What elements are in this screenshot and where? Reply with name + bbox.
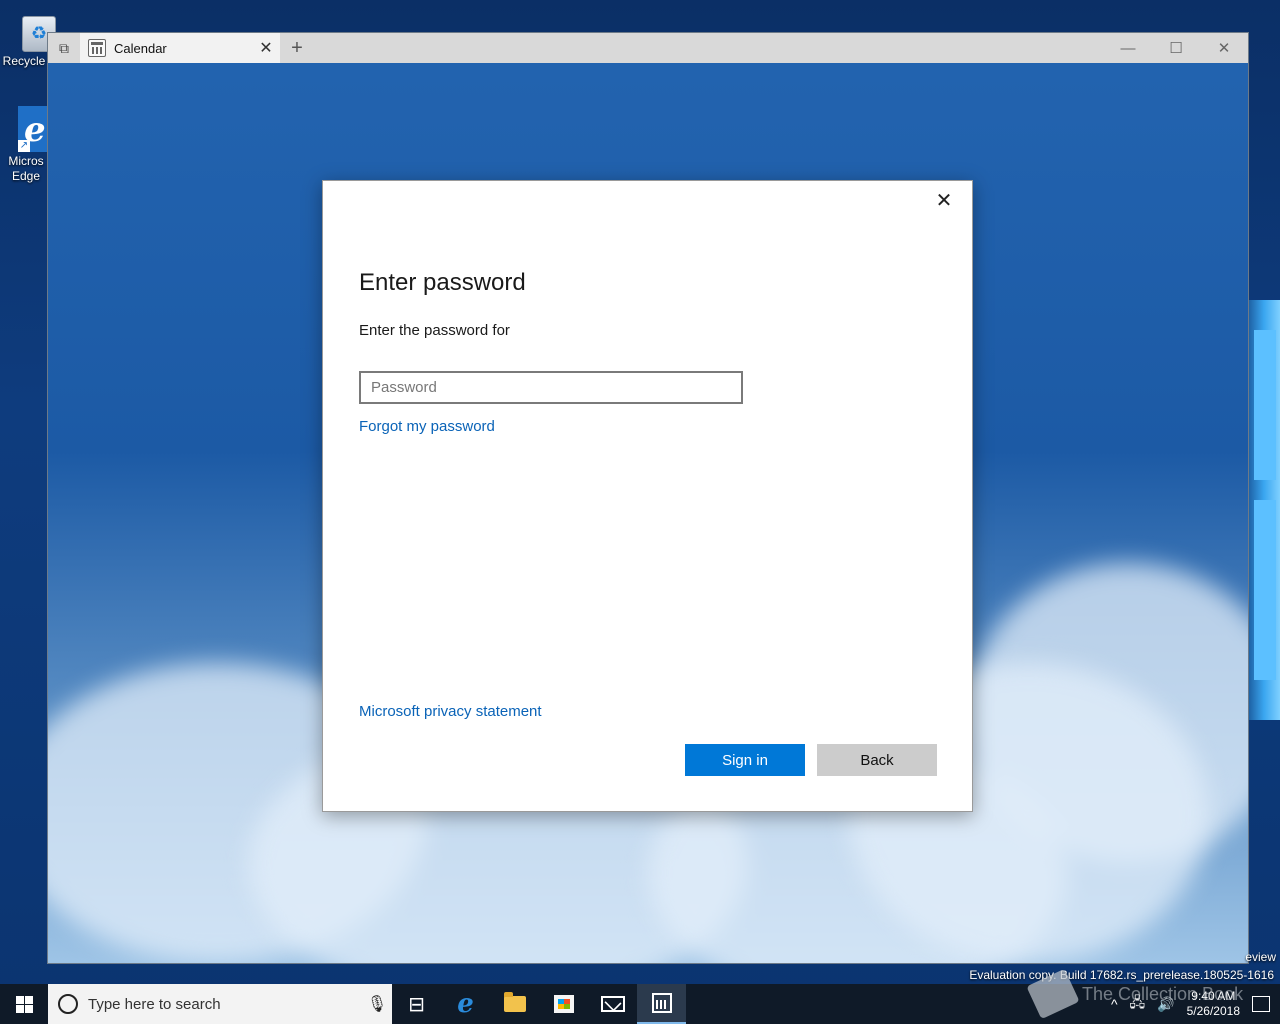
password-input[interactable] [359, 371, 743, 404]
tabs-icon: ⧉ [59, 39, 69, 56]
sign-in-dialog: ✕ Enter password Enter the password for … [322, 180, 973, 812]
new-tab-button[interactable]: + [280, 33, 314, 63]
mail-icon [600, 996, 625, 1012]
sign-in-button[interactable]: Sign in [685, 744, 805, 776]
windows-logo-icon [15, 995, 33, 1013]
volume-icon[interactable]: 🔊 [1157, 996, 1174, 1013]
store-icon [553, 995, 574, 1013]
dialog-subtitle: Enter the password for [359, 322, 510, 339]
search-placeholder: Type here to search [88, 995, 221, 1013]
back-button[interactable]: Back [817, 744, 937, 776]
taskbar-mail-button[interactable] [588, 984, 637, 1024]
edge-icon: e [457, 989, 474, 1019]
task-view-icon: ⊟ [408, 993, 425, 1016]
edge-icon: e ↗ [6, 106, 54, 152]
network-icon[interactable]: 🖧 [1130, 992, 1146, 1016]
show-hidden-icons-chevron-icon[interactable]: ^ [1111, 996, 1118, 1012]
taskbar-file-explorer-button[interactable] [490, 984, 539, 1024]
taskbar-edge-button[interactable]: e [441, 984, 490, 1024]
action-center-icon[interactable] [1252, 996, 1270, 1012]
system-tray: ^ 🖧 🔊 9:40 AM 5/26/2018 [1111, 984, 1280, 1024]
minimize-button[interactable]: — [1104, 33, 1152, 63]
taskbar-search-box[interactable]: Type here to search 🎙 [48, 984, 392, 1024]
recycle-bin-icon [4, 6, 56, 52]
tab-close-button[interactable]: ✕ [252, 38, 280, 58]
taskbar-clock[interactable]: 9:40 AM 5/26/2018 [1187, 989, 1240, 1019]
desktop-icon-label: Micros Edge [8, 154, 44, 183]
tab-calendar[interactable]: Calendar ✕ [80, 33, 280, 63]
taskbar-store-button[interactable] [539, 984, 588, 1024]
cortana-icon [58, 994, 78, 1014]
start-button[interactable] [0, 984, 48, 1024]
clock-time: 9:40 AM [1191, 989, 1236, 1003]
privacy-statement-link[interactable]: Microsoft privacy statement [359, 703, 542, 720]
taskbar-calendar-button[interactable] [637, 984, 686, 1024]
eval-watermark-fragment: eview [1245, 950, 1276, 964]
maximize-button[interactable]: ☐ [1152, 33, 1200, 63]
desktop-icon-edge[interactable]: e ↗ Micros Edge [0, 106, 54, 184]
clock-date: 5/26/2018 [1186, 1004, 1240, 1018]
forgot-password-link[interactable]: Forgot my password [359, 418, 495, 435]
dialog-title: Enter password [359, 269, 526, 296]
file-explorer-icon [503, 992, 526, 1012]
microphone-icon[interactable]: 🎙 [362, 994, 392, 1014]
taskbar: Type here to search 🎙 ⊟ e ^ 🖧 🔊 9:40 AM … [0, 984, 1280, 1024]
tab-title: Calendar [114, 40, 167, 56]
eval-watermark: Evaluation copy. Build 17682.rs_prerelea… [969, 968, 1274, 982]
window-close-button[interactable]: ✕ [1200, 33, 1248, 63]
dialog-close-button[interactable]: ✕ [930, 187, 958, 215]
task-view-button[interactable]: ⊟ [392, 984, 441, 1024]
calendar-icon [88, 39, 106, 57]
calendar-icon [651, 993, 672, 1013]
window-titlebar: ⧉ Calendar ✕ + — ☐ ✕ [48, 33, 1248, 63]
set-aside-tabs-button[interactable]: ⧉ [48, 33, 80, 63]
